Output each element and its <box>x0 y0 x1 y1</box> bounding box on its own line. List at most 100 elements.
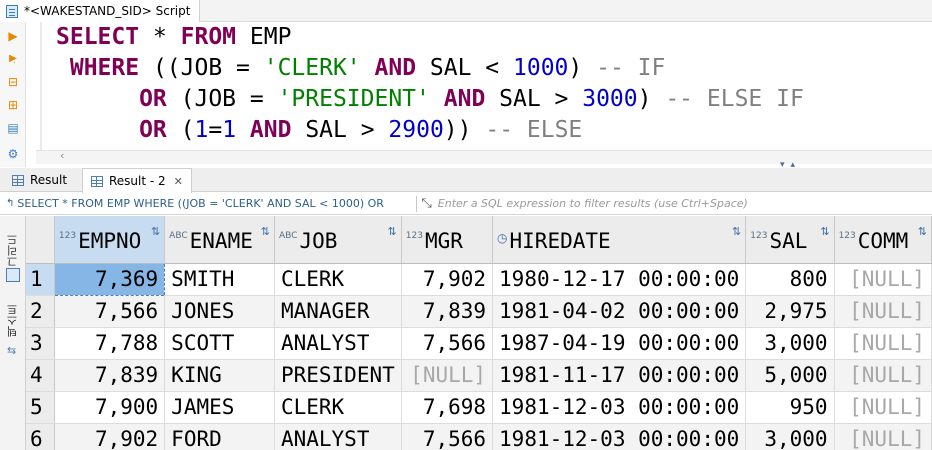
cell-hiredate[interactable]: 1981-11-17 00:00:00 <box>492 359 747 392</box>
cell-job[interactable]: ANALYST <box>274 423 402 450</box>
cell-ename[interactable]: JONES <box>164 295 275 328</box>
sql-token: ) <box>568 55 597 81</box>
column-header-job[interactable]: ABCJOB ⇅ <box>274 216 402 264</box>
query-link-icon: ↰ <box>6 198 15 209</box>
cell-job[interactable]: MANAGER <box>274 295 402 328</box>
cell-hiredate[interactable]: 1987-04-19 00:00:00 <box>492 327 747 360</box>
run-statement-icon[interactable]: ▶ <box>5 28 21 44</box>
cell-ename[interactable]: KING <box>164 359 275 392</box>
cell-empno[interactable]: 7,900 <box>54 391 166 424</box>
editor-line[interactable]: SELECT * FROM EMP <box>36 22 932 53</box>
script-tab[interactable]: *<WAKESTAND_SID> Script <box>0 0 200 22</box>
cell-comm[interactable]: [NULL] <box>834 391 932 424</box>
cell-ename[interactable]: SMITH <box>164 263 275 296</box>
sort-filter-icon[interactable]: ⇅ <box>388 225 397 238</box>
column-header-comm[interactable]: 123COMM ⇅ <box>834 216 932 264</box>
cell-comm[interactable]: [NULL] <box>834 295 932 328</box>
settings-icon[interactable]: ⚙ <box>5 146 21 162</box>
sort-filter-icon[interactable]: ⇅ <box>918 225 927 238</box>
cell-mgr[interactable]: 7,839 <box>401 295 494 328</box>
cell-sal[interactable]: 3,000 <box>745 423 835 450</box>
cell-comm[interactable]: [NULL] <box>834 263 932 296</box>
cell-empno[interactable]: 7,839 <box>54 359 166 392</box>
explain-plan-icon[interactable]: ⊟ <box>5 74 21 90</box>
sort-filter-icon[interactable]: ⇅ <box>820 225 829 238</box>
cell-mgr[interactable]: [NULL] <box>401 359 494 392</box>
cell-hiredate[interactable]: 1980-12-17 00:00:00 <box>492 263 747 296</box>
cell-hiredate[interactable]: 1981-04-02 00:00:00 <box>492 295 747 328</box>
sort-filter-icon[interactable]: ⇅ <box>151 225 160 238</box>
grid-view-toggle[interactable]: 그리드 <box>5 234 21 267</box>
close-tab-icon[interactable]: ✕ <box>174 175 183 188</box>
table-row[interactable]: 1 7,369 SMITH CLERK 7,902 1980-12-17 00:00:00… <box>26 262 932 296</box>
cell-empno[interactable]: 7,902 <box>54 423 166 450</box>
sql-token: SAL < <box>416 55 513 81</box>
row-number[interactable]: 1 <box>26 263 55 296</box>
cell-mgr[interactable]: 7,566 <box>401 423 494 450</box>
tab-result[interactable]: Result <box>4 168 75 192</box>
sort-filter-icon[interactable]: ⇅ <box>732 225 741 238</box>
text-view-icon[interactable]: ⇆ <box>7 344 16 357</box>
run-script-icon[interactable]: ▶̣ <box>5 51 21 67</box>
sql-token: = <box>208 117 223 143</box>
editor-line[interactable]: OR (JOB = 'PRESIDENT' AND SAL > 3000) --… <box>36 84 932 115</box>
cell-sal[interactable]: 800 <box>745 263 835 296</box>
column-header-mgr[interactable]: 123MGR <box>401 216 494 264</box>
column-header-hiredate[interactable]: ◷HIREDATE ⇅ <box>492 216 747 264</box>
row-number[interactable]: 2 <box>26 295 55 328</box>
expand-filter-icon[interactable]: ⤡ <box>421 196 431 211</box>
scroll-left-icon[interactable]: ‹ <box>60 149 64 162</box>
cell-ename[interactable]: FORD <box>164 423 275 450</box>
column-header-empno[interactable]: 123EMPNO ⇅ <box>54 216 166 264</box>
table-row[interactable]: 3 7,788 SCOTT ANALYST 7,566 1987-04-19 00:00:… <box>26 327 932 360</box>
cell-mgr[interactable]: 7,902 <box>401 263 494 296</box>
table-row[interactable]: 2 7,566 JONES MANAGER 7,839 1981-04-02 00:00:… <box>26 295 932 328</box>
cell-job[interactable]: ANALYST <box>274 327 402 360</box>
cell-comm[interactable]: [NULL] <box>834 423 932 450</box>
cell-sal[interactable]: 2,975 <box>745 295 835 328</box>
editor-line[interactable]: OR (1=1 AND SAL > 2900)) -- ELSE <box>36 115 932 146</box>
editor-line[interactable]: WHERE ((JOB = 'CLERK' AND SAL < 1000) --… <box>36 53 932 84</box>
sql-token: AND <box>249 117 292 143</box>
sql-token: AND <box>443 86 486 112</box>
tab-result-2[interactable]: Result - 2 ✕ <box>82 168 192 193</box>
column-header-sal[interactable]: 123SAL ⇅ <box>745 216 835 264</box>
cell-empno[interactable]: 7,566 <box>54 295 166 328</box>
cell-ename[interactable]: JAMES <box>164 391 275 424</box>
cell-job[interactable]: PRESIDENT <box>274 359 402 392</box>
filter-bar: ↰ SELECT * FROM EMP WHERE ((JOB = 'CLERK… <box>0 193 932 215</box>
cell-comm[interactable]: [NULL] <box>834 327 932 360</box>
sort-filter-icon[interactable]: ⇅ <box>261 225 270 238</box>
format-icon[interactable]: ▤ <box>5 120 21 136</box>
results-grid[interactable]: 123EMPNO ⇅ ABCENAME ⇅ ABCJOB ⇅ 123MGR ◷HIRE… <box>26 216 932 450</box>
filter-input[interactable]: Enter a SQL expression to filter results… <box>438 197 748 210</box>
table-row[interactable]: 6 7,902 FORD ANALYST 7,566 1981-12-03 00:00:0… <box>26 423 932 450</box>
row-number[interactable]: 6 <box>26 423 55 450</box>
cell-comm[interactable]: [NULL] <box>834 359 932 392</box>
cell-ename[interactable]: SCOTT <box>164 327 275 360</box>
cell-hiredate[interactable]: 1981-12-03 00:00:00 <box>492 391 747 424</box>
row-number[interactable]: 3 <box>26 327 55 360</box>
row-number[interactable]: 4 <box>26 359 55 392</box>
table-row[interactable]: 5 7,900 JAMES CLERK 7,698 1981-12-03 00:00:00… <box>26 391 932 424</box>
column-header-ename[interactable]: ABCENAME ⇅ <box>164 216 275 264</box>
cell-mgr[interactable]: 7,566 <box>401 327 494 360</box>
divider <box>416 195 418 212</box>
sql-token: )) <box>443 117 486 143</box>
row-number[interactable]: 5 <box>26 391 55 424</box>
text-view-toggle[interactable]: 텍스트 <box>5 304 21 337</box>
cell-job[interactable]: CLERK <box>274 391 402 424</box>
cell-mgr[interactable]: 7,698 <box>401 391 494 424</box>
cell-sal[interactable]: 950 <box>745 391 835 424</box>
sql-token: WHERE <box>56 55 140 81</box>
cell-sal[interactable]: 5,000 <box>745 359 835 392</box>
cell-sal[interactable]: 3,000 <box>745 327 835 360</box>
sql-editor[interactable]: SELECT * FROM EMP WHERE ((JOB = 'CLERK' … <box>36 22 932 150</box>
table-row[interactable]: 4 7,839 KING PRESIDENT [NULL] 1981-11-17 00:0… <box>26 359 932 392</box>
cell-empno[interactable]: 7,369 <box>53 262 166 296</box>
grid-view-icon[interactable] <box>6 268 20 282</box>
load-plan-icon[interactable]: ⊞ <box>5 97 21 113</box>
cell-empno[interactable]: 7,788 <box>54 327 166 360</box>
cell-job[interactable]: CLERK <box>274 263 402 296</box>
cell-hiredate[interactable]: 1981-12-03 00:00:00 <box>492 423 747 450</box>
